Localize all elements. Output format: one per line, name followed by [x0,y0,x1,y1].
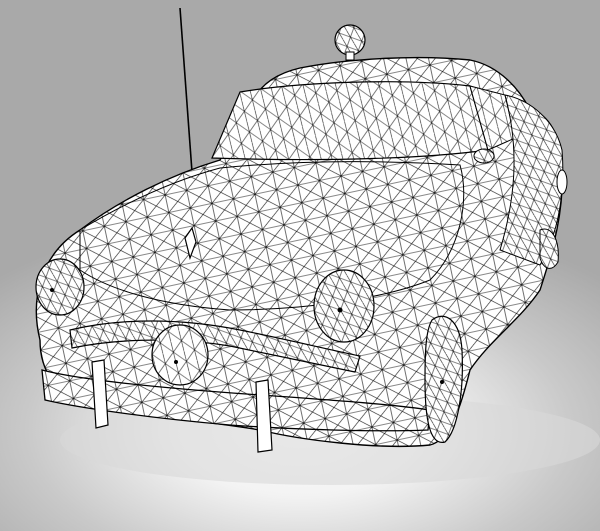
hood [79,161,465,311]
wireframe-car [35,7,600,485]
grille-spinner [151,324,209,386]
roof-light [334,24,366,61]
rear-light [556,169,568,195]
render-viewport [0,0,600,531]
left-headlight [35,258,85,316]
windshield [211,81,489,161]
side-mirror [473,148,495,164]
right-headlight [313,269,375,343]
antenna [179,7,193,173]
